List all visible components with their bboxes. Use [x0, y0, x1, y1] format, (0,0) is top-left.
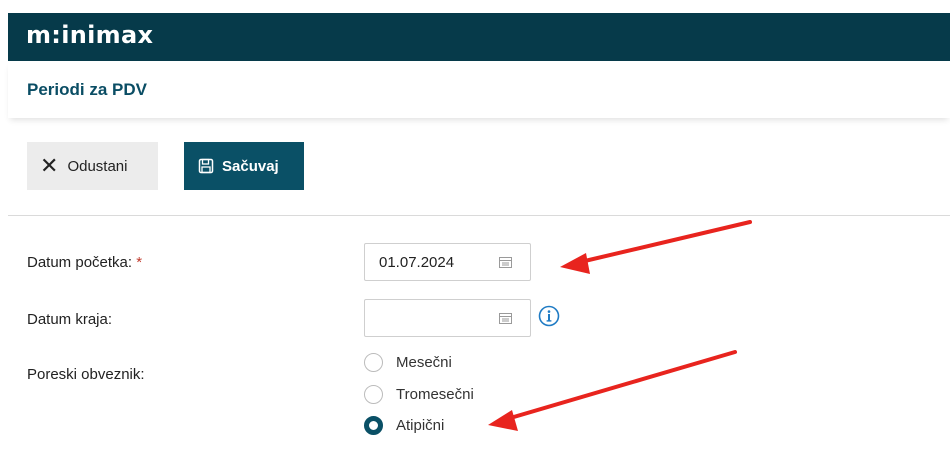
save-label: Sačuvaj — [222, 157, 279, 175]
radio-quarterly-label: Tromesečni — [396, 386, 474, 403]
start-date-label-text: Datum početka: — [27, 254, 133, 271]
annotation-arrow-start-date — [560, 220, 752, 274]
start-date-value: 01.07.2024 — [379, 253, 455, 271]
radio-quarterly[interactable]: Tromesečni — [364, 385, 474, 404]
radio-monthly[interactable]: Mesečni — [364, 353, 452, 372]
top-header-bar: m:inimax — [8, 13, 950, 61]
end-date-label: Datum kraja: — [27, 311, 113, 328]
toolbar: ✕ Odustani Sačuvaj — [8, 118, 950, 216]
title-bar: Periodi za PDV — [8, 61, 950, 118]
calendar-icon[interactable] — [499, 312, 512, 324]
minimax-logo[interactable]: m:inimax — [26, 21, 153, 49]
save-button[interactable]: Sačuvaj — [184, 142, 304, 190]
cancel-label: Odustani — [67, 157, 128, 175]
calendar-icon[interactable] — [499, 256, 512, 268]
annotation-arrow-atypical — [488, 350, 737, 431]
start-date-label: Datum početka: * — [27, 254, 142, 271]
radio-button[interactable] — [364, 353, 383, 372]
radio-monthly-label: Mesečni — [396, 354, 452, 371]
radio-atypical-label: Atipični — [396, 417, 445, 434]
end-date-input[interactable] — [364, 299, 531, 337]
floppy-disk-icon — [198, 158, 214, 174]
radio-button[interactable] — [364, 385, 383, 404]
close-icon: ✕ — [40, 153, 59, 178]
radio-button-checked[interactable] — [364, 416, 383, 435]
radio-atypical[interactable]: Atipični — [364, 416, 444, 435]
page-title: Periodi za PDV — [27, 80, 147, 99]
taxpayer-label: Poreski obveznik: — [27, 366, 145, 383]
info-icon[interactable] — [538, 305, 560, 327]
start-date-input[interactable]: 01.07.2024 — [364, 243, 531, 281]
required-mark: * — [136, 254, 143, 271]
cancel-button[interactable]: ✕ Odustani — [27, 142, 158, 190]
